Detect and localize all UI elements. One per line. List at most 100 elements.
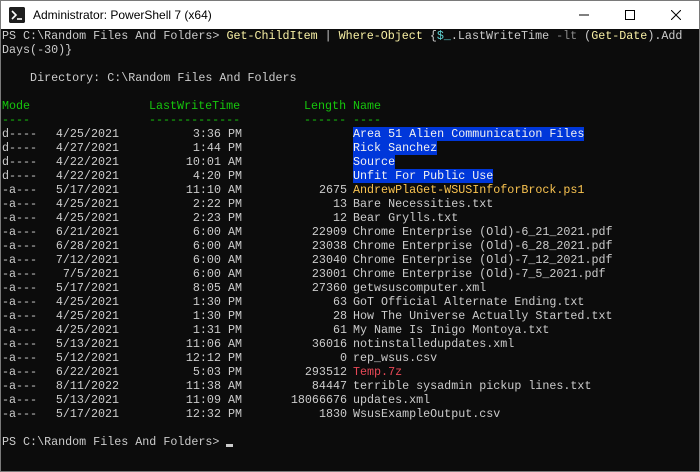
row-time: 11:10 AM: [185, 183, 242, 197]
operator-lt: -lt: [556, 29, 578, 43]
row-time: 5:03 PM: [192, 365, 242, 379]
column-headers: Mode LastWriteTime Length Name: [2, 99, 699, 113]
close-button[interactable]: [653, 1, 699, 29]
method-call-part1: ).Add: [647, 29, 683, 43]
title-bar[interactable]: Administrator: PowerShell 7 (x64): [1, 1, 699, 29]
row-length: 27360: [311, 281, 347, 295]
row-date: 4/22/2021: [55, 169, 119, 183]
row-time: 11:09 AM: [185, 393, 242, 407]
method-call-part2: Days(-30)}: [2, 43, 73, 57]
row-mode: -a---: [2, 309, 38, 323]
console-output[interactable]: PS C:\Random Files And Folders> Get-Chil…: [1, 29, 699, 471]
row-name: GoT Official Alternate Ending.txt: [353, 295, 585, 309]
pipeline-variable: $_: [436, 29, 451, 43]
row-date: 5/12/2021: [55, 351, 119, 365]
row-date: 5/17/2021: [55, 183, 119, 197]
file-row: -a--- 5/12/2021 12:12 PM 0 rep_wsus.csv: [2, 351, 699, 365]
row-name: My Name Is Inigo Montoya.txt: [353, 323, 550, 337]
row-time: 2:23 PM: [192, 211, 242, 225]
file-row: -a--- 4/25/2021 1:30 PM 28 How The Universe …: [2, 309, 699, 323]
final-prompt: PS C:\Random Files And Folders>: [2, 435, 227, 449]
close-icon: [671, 10, 681, 20]
row-name: notinstalledupdates.xml: [353, 337, 515, 351]
row-length: 23001: [311, 267, 347, 281]
brace-open: {: [422, 29, 437, 43]
cmdlet-where-object: Where-Object: [338, 29, 423, 43]
row-name: Unfit For Public Use: [353, 169, 494, 183]
file-row: -a--- 7/5/2021 6:00 AM 23001 Chrome Enterpri…: [2, 267, 699, 281]
file-row: -a--- 6/28/2021 6:00 AM 23038 Chrome Enterpr…: [2, 239, 699, 253]
row-date: 6/28/2021: [55, 239, 119, 253]
row-date: 4/25/2021: [55, 309, 119, 323]
row-mode: -a---: [2, 281, 38, 295]
row-date: 6/22/2021: [55, 365, 119, 379]
row-mode: d----: [2, 169, 38, 183]
row-time: 2:22 PM: [192, 197, 242, 211]
row-date: 5/17/2021: [55, 281, 119, 295]
row-mode: d----: [2, 127, 38, 141]
row-name: Temp.7z: [353, 365, 403, 379]
row-mode: -a---: [2, 267, 38, 281]
row-date: 6/21/2021: [55, 225, 119, 239]
prompt-text: PS C:\Random Files And Folders>: [2, 29, 227, 43]
row-date: 8/11/2022: [55, 379, 119, 393]
command-line-wrap: Days(-30)}: [2, 43, 699, 57]
row-length: 293512: [304, 365, 347, 379]
file-row: -a--- 4/25/2021 1:31 PM 61 My Name Is Inigo …: [2, 323, 699, 337]
file-row: -a--- 7/12/2021 6:00 AM 23040 Chrome Enterpr…: [2, 253, 699, 267]
row-mode: -a---: [2, 197, 38, 211]
row-length: 84447: [311, 379, 347, 393]
row-name: How The Universe Actually Started.txt: [353, 309, 613, 323]
row-length: 18066676: [290, 393, 347, 407]
row-name: Bear Grylls.txt: [353, 211, 459, 225]
row-time: 6:00 AM: [192, 253, 242, 267]
row-mode: -a---: [2, 323, 38, 337]
row-time: 11:38 AM: [185, 379, 242, 393]
row-name: Bare Necessities.txt: [353, 197, 494, 211]
row-length: 0: [339, 351, 347, 365]
final-prompt-line[interactable]: PS C:\Random Files And Folders>: [2, 435, 699, 449]
powershell-icon: [9, 7, 25, 23]
file-row: d---- 4/25/2021 3:36 PM Area 51 Alien Commu…: [2, 127, 699, 141]
window-title: Administrator: PowerShell 7 (x64): [33, 8, 212, 22]
row-name: Source: [353, 155, 396, 169]
minimize-button[interactable]: [561, 1, 607, 29]
row-date: 4/25/2021: [55, 197, 119, 211]
underline-lastwritetime: -------------: [149, 113, 241, 127]
file-listing: d---- 4/25/2021 3:36 PM Area 51 Alien Commu…: [2, 127, 699, 421]
row-length: 1830: [318, 407, 347, 421]
row-name: rep_wsus.csv: [353, 351, 438, 365]
header-lastwritetime: LastWriteTime: [149, 99, 241, 113]
row-name: Chrome Enterprise (Old)-6_28_2021.pdf: [353, 239, 613, 253]
row-time: 10:01 AM: [185, 155, 242, 169]
row-mode: d----: [2, 155, 38, 169]
row-mode: -a---: [2, 393, 38, 407]
row-time: 4:20 PM: [192, 169, 242, 183]
file-row: -a--- 5/17/2021 12:32 PM 1830 WsusExampleOut…: [2, 407, 699, 421]
row-date: 4/25/2021: [55, 323, 119, 337]
header-mode: Mode: [2, 99, 31, 113]
row-length: 12: [332, 211, 347, 225]
row-mode: -a---: [2, 337, 38, 351]
row-date: 4/25/2021: [55, 127, 119, 141]
file-row: -a--- 6/21/2021 6:00 AM 22909 Chrome Enterpr…: [2, 225, 699, 239]
row-name: Chrome Enterprise (Old)-7_5_2021.pdf: [353, 267, 606, 281]
row-name: Chrome Enterprise (Old)-6_21_2021.pdf: [353, 225, 613, 239]
file-row: -a--- 5/13/2021 11:06 AM 36016 notinstalledu…: [2, 337, 699, 351]
underline-name: ----: [353, 113, 382, 127]
row-mode: d----: [2, 141, 38, 155]
row-mode: -a---: [2, 365, 38, 379]
row-length: 23038: [311, 239, 347, 253]
underline-length: ------: [304, 113, 347, 127]
row-name: AndrewPlaGet-WSUSInfoforBrock.ps1: [353, 183, 585, 197]
row-name: getwsuscomputer.xml: [353, 281, 487, 295]
row-date: 5/13/2021: [55, 337, 119, 351]
maximize-button[interactable]: [607, 1, 653, 29]
file-row: d---- 4/22/2021 10:01 AM Source: [2, 155, 699, 169]
row-mode: -a---: [2, 183, 38, 197]
row-time: 3:36 PM: [192, 127, 242, 141]
row-time: 6:00 AM: [192, 239, 242, 253]
file-row: -a--- 4/25/2021 2:22 PM 13 Bare Necessities.…: [2, 197, 699, 211]
row-time: 1:31 PM: [192, 323, 242, 337]
